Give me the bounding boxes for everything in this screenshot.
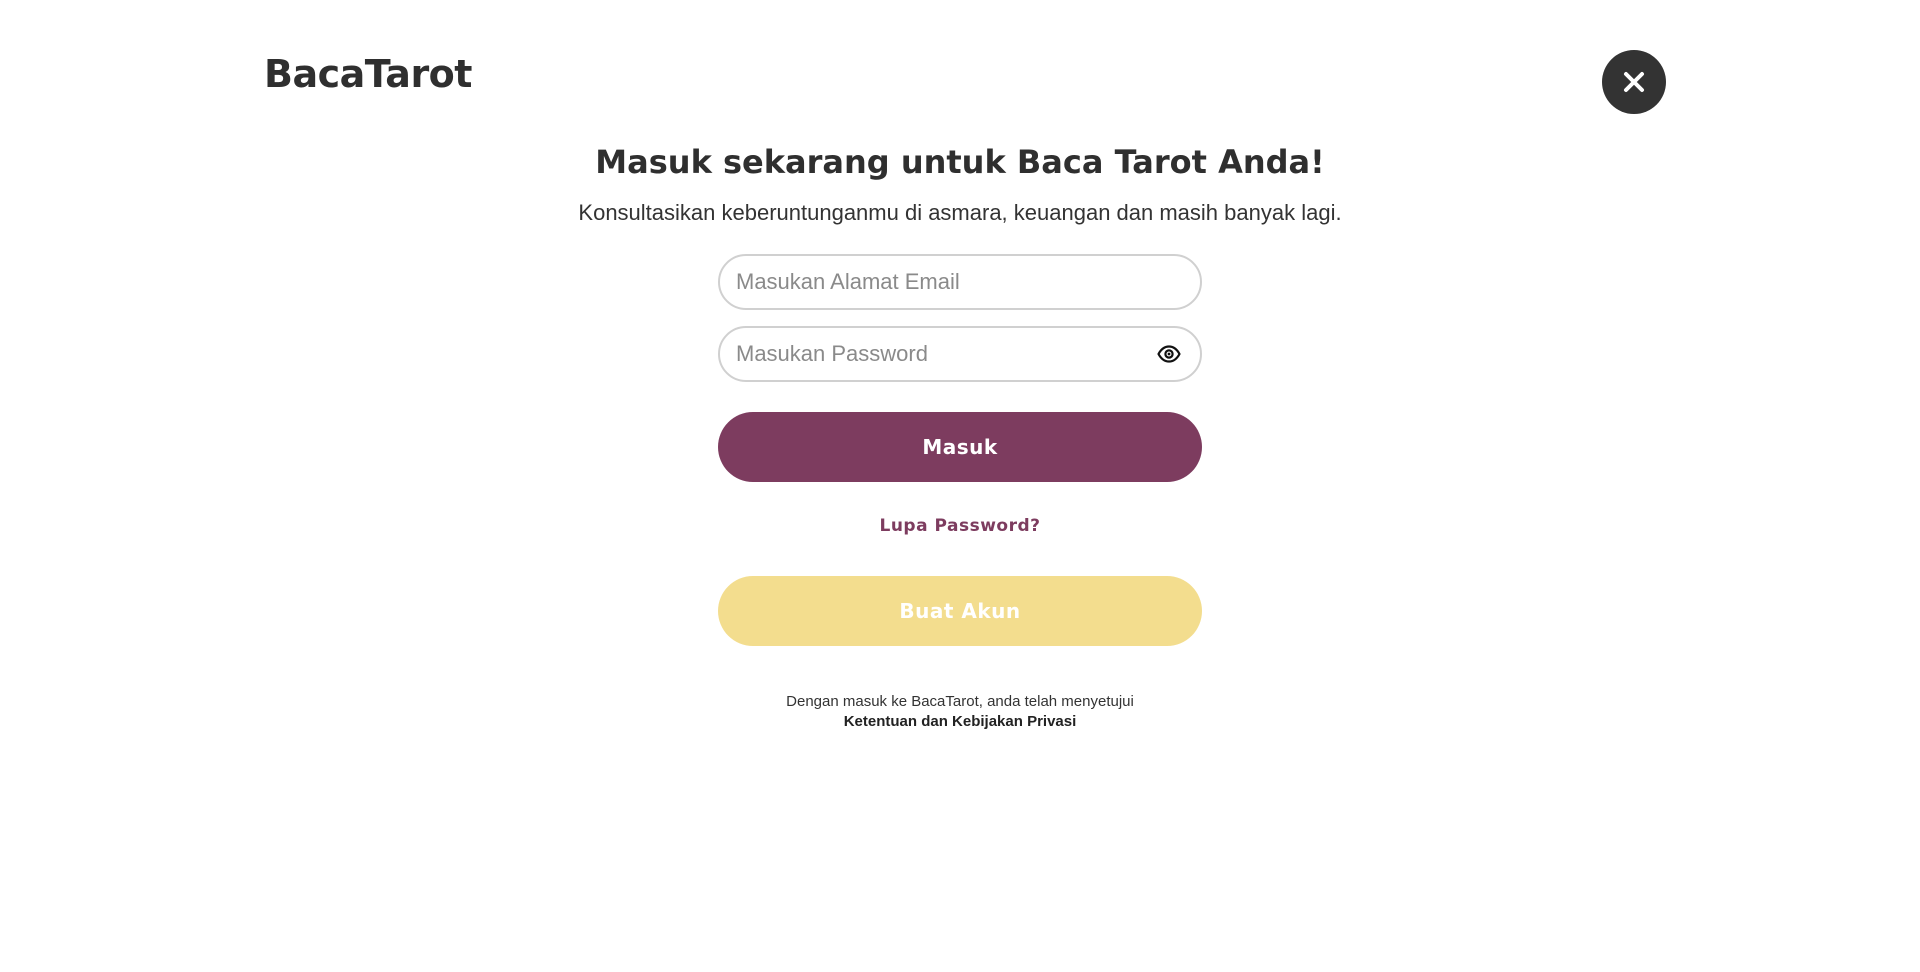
login-button[interactable]: Masuk — [718, 412, 1202, 482]
login-panel: Masuk sekarang untuk Baca Tarot Anda! Ko… — [0, 138, 1920, 732]
terms-text: Dengan masuk ke BacaTarot, anda telah me… — [786, 693, 1134, 710]
email-field[interactable] — [720, 256, 1200, 308]
create-account-button[interactable]: Buat Akun — [718, 576, 1202, 646]
eye-icon — [1157, 345, 1181, 363]
terms-link[interactable]: Ketentuan dan Kebijakan Privasi — [786, 712, 1134, 732]
show-password-toggle[interactable] — [1156, 341, 1182, 367]
login-form: Masuk Lupa Password? Buat Akun Dengan ma… — [718, 254, 1202, 732]
password-field[interactable] — [720, 328, 1200, 380]
page-subtitle: Konsultasikan keberuntunganmu di asmara,… — [578, 200, 1342, 225]
email-field-wrapper — [718, 254, 1202, 310]
password-field-wrapper — [718, 326, 1202, 382]
forgot-password-link[interactable]: Lupa Password? — [879, 514, 1040, 538]
login-page: BacaTarot Masuk sekarang untuk Baca Taro… — [0, 0, 1920, 972]
close-icon — [1624, 72, 1644, 92]
close-button[interactable] — [1602, 50, 1666, 114]
logo[interactable]: BacaTarot — [264, 52, 472, 96]
terms-notice: Dengan masuk ke BacaTarot, anda telah me… — [786, 692, 1134, 732]
page-title: Masuk sekarang untuk Baca Tarot Anda! — [595, 143, 1325, 181]
